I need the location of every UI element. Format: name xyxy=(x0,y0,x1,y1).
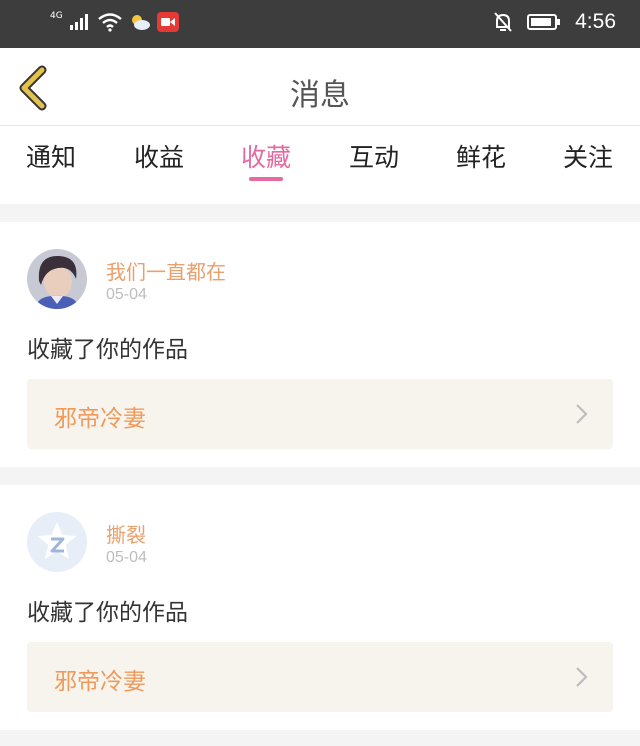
notification-date: 05-04 xyxy=(106,549,147,566)
section-divider xyxy=(0,204,640,222)
user-name[interactable]: 撕裂 xyxy=(106,519,146,548)
wifi-icon xyxy=(97,13,122,32)
work-link[interactable]: 邪帝冷妻 xyxy=(27,642,613,712)
section-divider xyxy=(0,730,640,746)
work-title: 邪帝冷妻 xyxy=(54,669,146,695)
notification-item: 撕裂 05-04 收藏了你的作品 邪帝冷妻 xyxy=(0,485,640,730)
tab-flowers[interactable]: 鲜花 xyxy=(456,138,506,174)
tab-bar: 通知 收益 收藏 互动 鲜花 关注 xyxy=(0,126,640,204)
active-tab-indicator xyxy=(249,177,283,181)
default-avatar-icon xyxy=(27,512,87,572)
tab-interaction[interactable]: 互动 xyxy=(349,138,399,174)
chevron-right-icon xyxy=(576,404,588,424)
header: 消息 xyxy=(0,48,640,126)
clock: 4:56 xyxy=(575,10,616,33)
notification-item: 我们一直都在 05-04 收藏了你的作品 邪帝冷妻 xyxy=(0,222,640,467)
page-title: 消息 xyxy=(290,78,350,113)
tab-follow[interactable]: 关注 xyxy=(563,138,613,174)
section-divider xyxy=(0,467,640,485)
status-left: 4G xyxy=(50,11,179,32)
status-bar: 4G 4:56 xyxy=(0,0,640,48)
bell-muted-icon xyxy=(494,12,512,32)
notification-date: 05-04 xyxy=(106,286,147,303)
tab-earnings[interactable]: 收益 xyxy=(134,138,184,174)
avatar[interactable] xyxy=(27,249,87,309)
work-link[interactable]: 邪帝冷妻 xyxy=(27,379,613,449)
user-avatar-photo xyxy=(27,249,87,309)
network-type: 4G xyxy=(50,11,63,21)
chevron-right-icon xyxy=(576,667,588,687)
battery-icon xyxy=(527,14,561,30)
user-name[interactable]: 我们一直都在 xyxy=(106,256,226,285)
weather-icon xyxy=(131,15,150,30)
tab-notice[interactable]: 通知 xyxy=(26,138,76,174)
action-text: 收藏了你的作品 xyxy=(27,600,188,626)
signal-icon xyxy=(69,14,88,30)
avatar[interactable] xyxy=(27,512,87,572)
work-title: 邪帝冷妻 xyxy=(54,406,146,432)
screen-record-icon xyxy=(156,12,179,32)
status-right: 4:56 xyxy=(493,10,616,34)
action-text: 收藏了你的作品 xyxy=(27,337,188,363)
tab-favorites[interactable]: 收藏 xyxy=(241,138,291,174)
